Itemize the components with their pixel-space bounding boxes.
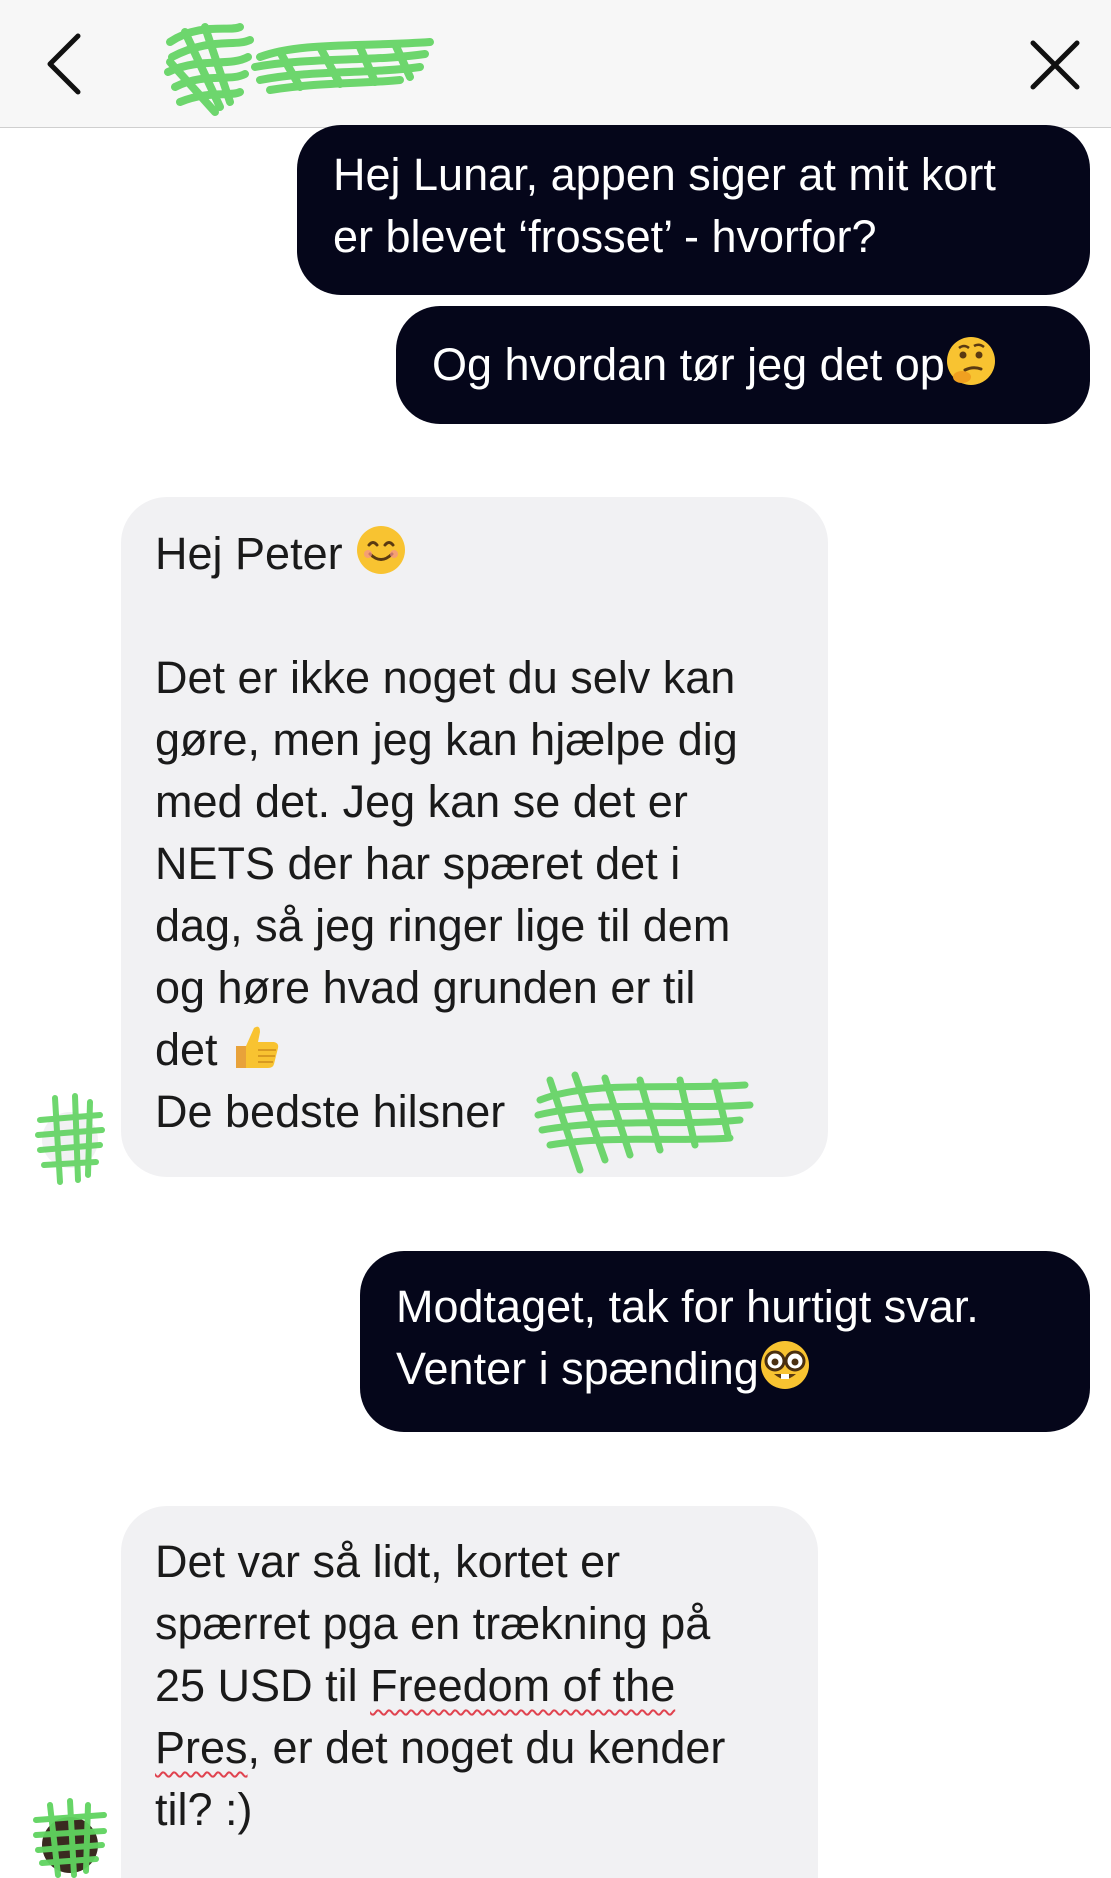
message-bubble-incoming[interactable]: Det var så lidt, kortet er spærret pga e… — [121, 1506, 818, 1878]
thumbs-up-icon — [236, 1026, 279, 1068]
message-text: Hej Lunar, appen siger at mit kort er bl… — [333, 149, 996, 262]
message-text: Og hvordan tør jeg det op — [432, 339, 945, 390]
spellcheck-underlined-text: Freedom of the — [370, 1660, 676, 1711]
message-bubble-outgoing[interactable]: Og hvordan tør jeg det op — [396, 306, 1090, 424]
redacted-contact-name — [164, 23, 434, 116]
chevron-left-icon[interactable] — [38, 26, 98, 102]
message-bubble-outgoing[interactable]: Modtaget, tak for hurtigt svar. Venter i… — [360, 1251, 1090, 1432]
redacted-agent-name — [534, 1071, 754, 1174]
message-bubble-outgoing[interactable]: Hej Lunar, appen siger at mit kort er bl… — [297, 125, 1090, 295]
message-body: Det er ikke noget du selv kan gøre, men … — [155, 652, 738, 1075]
chat-header — [0, 0, 1111, 128]
spellcheck-underlined-text: Pres — [155, 1722, 248, 1773]
thinking-face-icon — [946, 337, 995, 385]
agent-avatar — [35, 1093, 105, 1185]
close-icon[interactable] — [1020, 30, 1090, 100]
smiling-face-icon — [357, 526, 406, 574]
message-text: Modtaget, tak for hurtigt svar. Venter i… — [396, 1281, 979, 1394]
agent-avatar — [33, 1798, 107, 1878]
greeting-text: Hej Peter — [155, 528, 343, 579]
nerd-face-icon — [760, 1341, 809, 1389]
